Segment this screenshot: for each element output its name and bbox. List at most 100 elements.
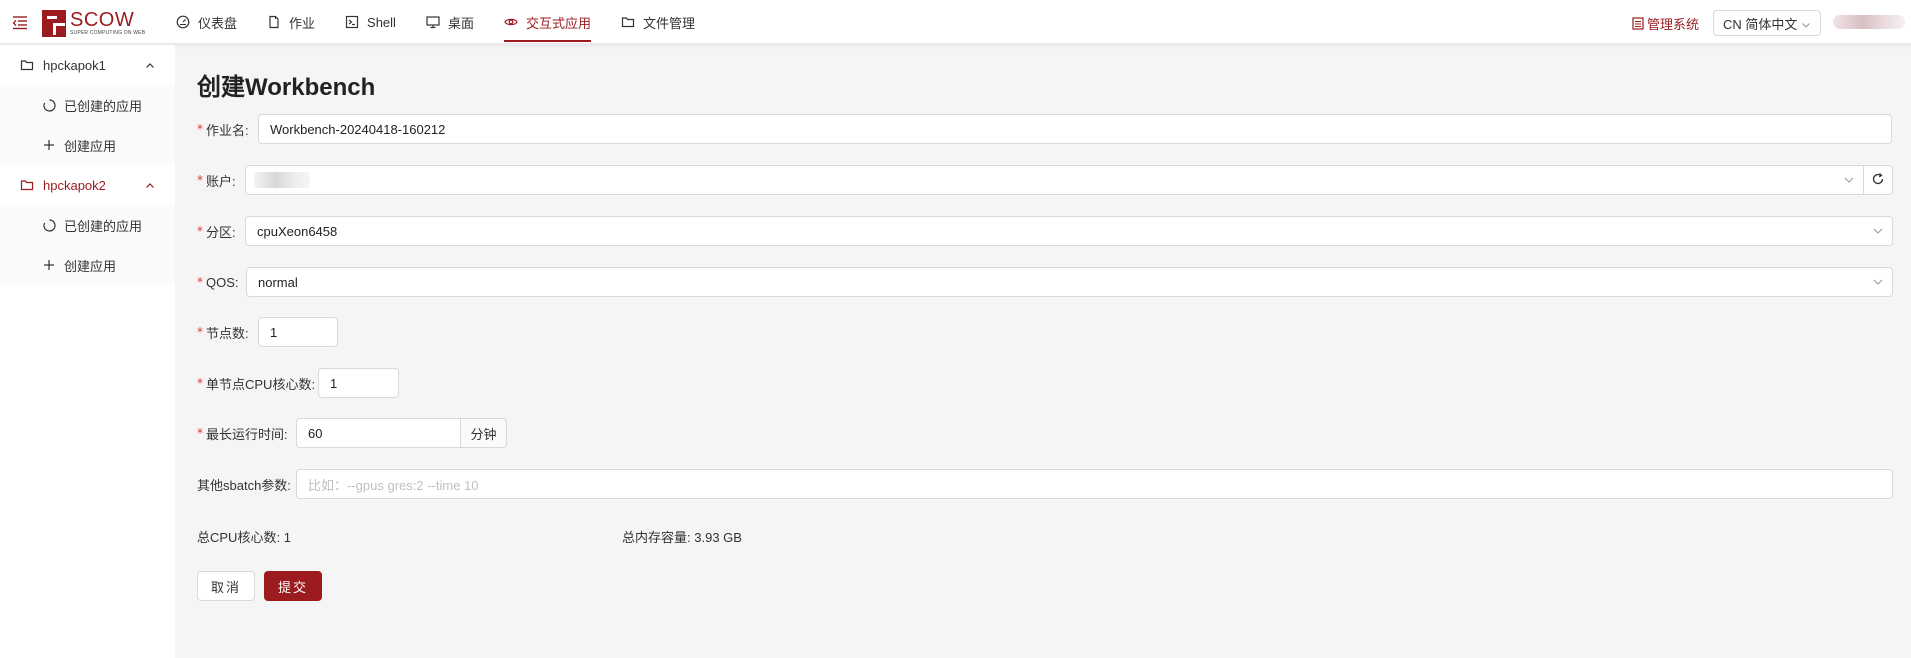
scow-logo[interactable]: SCOW SUPER COMPUTING ON WEB [42, 9, 145, 37]
desktop-icon [426, 15, 440, 29]
admin-system-label: 管理系统 [1647, 17, 1700, 32]
sidebar-item-create-app[interactable]: 创建应用 [0, 245, 175, 285]
sidebar-group-label: hpckapok2 [43, 177, 106, 193]
nav-interactive-apps[interactable]: 交互式应用 [503, 0, 591, 44]
total-memory-stat: 总内存容量: 3.93 GB [622, 527, 742, 546]
sidebar-item-label: 创建应用 [64, 258, 117, 274]
nav-shell-label: Shell [367, 14, 396, 30]
nav-shell[interactable]: Shell [345, 0, 396, 44]
account-select[interactable] [245, 165, 1864, 195]
sidebar-submenu-hpckapok1: 已创建的应用 创建应用 [0, 85, 175, 165]
sidebar-item-created-apps[interactable]: 已创建的应用 [0, 205, 175, 245]
required-mark: * [197, 325, 203, 339]
qos-select[interactable]: normal [246, 267, 1893, 297]
total-memory-value: 3.93 GB [694, 530, 742, 545]
loading-icon [42, 218, 56, 232]
main-nav: 仪表盘 作业 Shell 桌面 交互式应用 文件管理 [176, 0, 725, 44]
sidebar-item-created-apps[interactable]: 已创建的应用 [0, 85, 175, 125]
language-select-value: CN 简体中文 [1723, 16, 1798, 32]
plus-icon [42, 258, 56, 272]
menu-fold-icon[interactable] [12, 14, 28, 30]
chevron-down-icon [1843, 174, 1855, 189]
folder-icon [20, 58, 34, 72]
sidebar-group-hpckapok1[interactable]: hpckapok1 [0, 45, 175, 85]
chevron-down-icon [1872, 276, 1884, 291]
max-time-input[interactable]: 60 [296, 418, 461, 448]
max-time-row: * 最长运行时间: [197, 418, 288, 448]
reload-icon [1871, 172, 1885, 189]
nav-desktop[interactable]: 桌面 [426, 0, 474, 44]
user-avatar-blurred[interactable] [1833, 15, 1905, 29]
qos-value: normal [258, 274, 298, 290]
sidebar-item-create-app[interactable]: 创建应用 [0, 125, 175, 165]
sidebar: hpckapok1 已创建的应用 创建应用 hpckapok2 已创建的应用 创… [0, 45, 175, 658]
folder-icon [621, 15, 635, 29]
required-mark: * [197, 224, 203, 238]
sbatch-label: 其他sbatch参数: [197, 477, 291, 493]
sidebar-group-hpckapok2[interactable]: hpckapok2 [0, 165, 175, 205]
job-name-input[interactable]: Workbench-20240418-160212 [258, 114, 1892, 144]
sidebar-item-label: 已创建的应用 [64, 98, 143, 114]
required-mark: * [197, 376, 203, 390]
cpu-per-node-label: 单节点CPU核心数: [206, 376, 316, 392]
refresh-account-button[interactable] [1863, 165, 1893, 195]
required-mark: * [197, 275, 203, 289]
nav-file-manager-label: 文件管理 [642, 15, 695, 31]
sbatch-row: 其他sbatch参数: [197, 469, 291, 499]
max-time-label: 最长运行时间: [206, 426, 288, 442]
max-time-unit: 分钟 [461, 418, 507, 448]
total-cpu-stat: 总CPU核心数: 1 [197, 527, 291, 546]
file-icon [267, 15, 281, 29]
admin-system-link[interactable]: 管理系统 [1632, 14, 1699, 33]
partition-label: 分区: [206, 224, 236, 240]
plus-icon [42, 138, 56, 152]
required-mark: * [197, 426, 203, 440]
logo-mark-icon [42, 9, 66, 37]
chevron-down-icon [1801, 18, 1811, 33]
partition-select[interactable]: cpuXeon6458 [245, 216, 1893, 246]
sidebar-item-label: 已创建的应用 [64, 218, 143, 234]
sidebar-submenu-hpckapok2: 已创建的应用 创建应用 [0, 205, 175, 285]
nav-file-manager[interactable]: 文件管理 [621, 0, 695, 44]
nodes-row: * 节点数: [197, 317, 249, 347]
total-cpu-label: 总CPU核心数: [197, 530, 281, 545]
account-value-blurred [254, 172, 310, 188]
loading-icon [42, 98, 56, 112]
qos-row: * QOS: [197, 267, 239, 297]
account-label: 账户: [206, 173, 236, 189]
partition-value: cpuXeon6458 [257, 223, 338, 239]
job-name-label: 作业名: [206, 122, 249, 138]
main-content: 创建Workbench * 作业名: Workbench-20240418-16… [176, 45, 1911, 658]
nav-jobs-label: 作业 [289, 15, 316, 31]
nav-interactive-apps-label: 交互式应用 [525, 15, 591, 31]
cancel-button[interactable]: 取消 [197, 571, 255, 601]
nav-dashboard[interactable]: 仪表盘 [176, 0, 237, 44]
folder-icon [20, 178, 34, 192]
nodes-input[interactable]: 1 [258, 317, 338, 347]
cpu-per-node-input[interactable]: 1 [318, 368, 399, 398]
eye-icon [504, 15, 518, 29]
terminal-icon [345, 15, 359, 29]
required-mark: * [197, 122, 203, 136]
cpu-per-node-row: * 单节点CPU核心数: [197, 368, 315, 398]
page-title: 创建Workbench [197, 74, 376, 101]
required-mark: * [197, 173, 203, 187]
nav-dashboard-label: 仪表盘 [198, 15, 238, 31]
account-row: * 账户: [197, 165, 236, 195]
chevron-down-icon [1872, 225, 1884, 240]
total-memory-label: 总内存容量: [622, 530, 691, 545]
logo-subtitle: SUPER COMPUTING ON WEB [70, 30, 146, 36]
chevron-up-icon [145, 179, 155, 194]
sbatch-input[interactable]: 比如：--gpus gres:2 --time 10 [296, 469, 1893, 499]
sidebar-group-label: hpckapok1 [43, 57, 106, 73]
top-header: SCOW SUPER COMPUTING ON WEB 仪表盘 作业 Shell… [0, 0, 1911, 44]
language-select[interactable]: CN 简体中文 [1713, 10, 1821, 36]
nav-desktop-label: 桌面 [447, 15, 474, 31]
logo-name: SCOW [70, 9, 135, 31]
admin-icon [1632, 17, 1644, 30]
submit-button[interactable]: 提交 [264, 571, 322, 601]
chevron-up-icon [145, 59, 155, 74]
dashboard-icon [176, 15, 190, 29]
nav-jobs[interactable]: 作业 [267, 0, 315, 44]
sidebar-item-label: 创建应用 [64, 138, 117, 154]
